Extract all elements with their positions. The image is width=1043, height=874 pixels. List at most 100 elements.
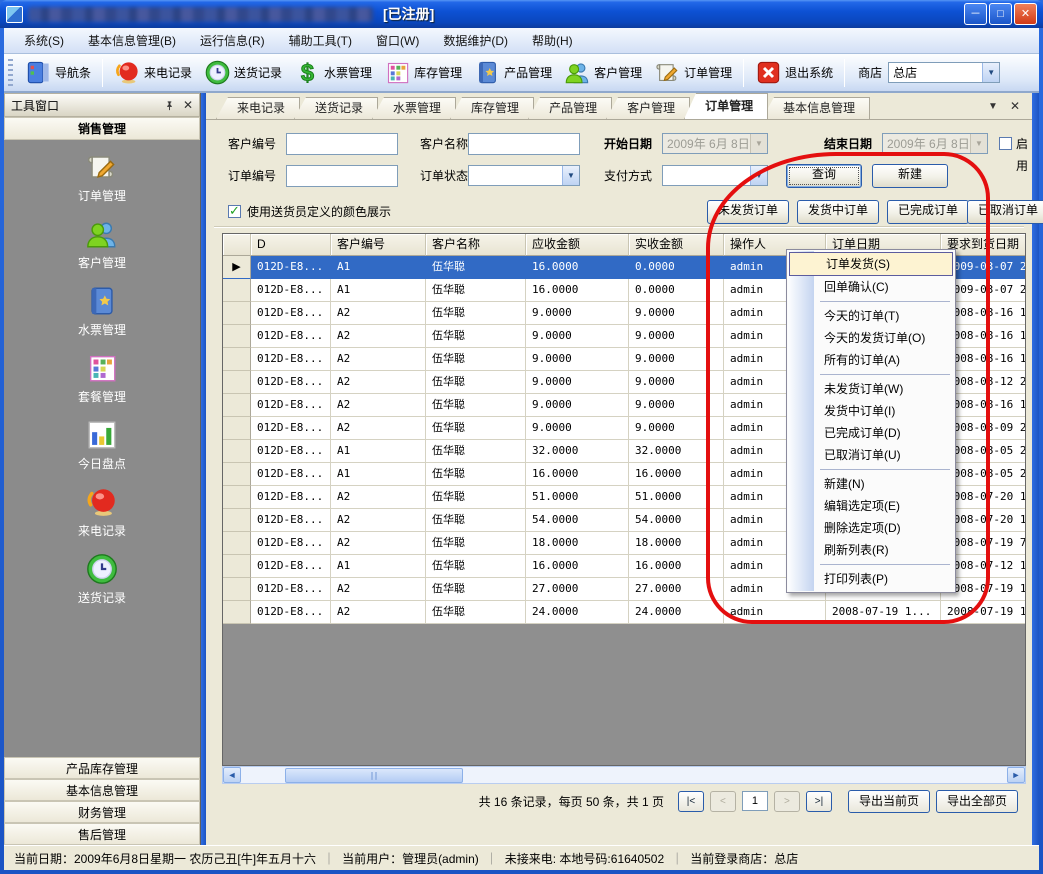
sidebar-section-5[interactable]: 售后管理 xyxy=(4,823,200,845)
row-selector-cell[interactable] xyxy=(223,532,251,555)
menubar-item-6[interactable]: 数据维护(D) xyxy=(431,28,520,53)
order-no-input[interactable] xyxy=(286,165,398,187)
column-header-3[interactable]: 客户名称 xyxy=(426,234,526,256)
courier-color-checkbox[interactable] xyxy=(228,205,241,218)
column-header-selector[interactable] xyxy=(223,234,251,256)
menubar-item-5[interactable]: 窗口(W) xyxy=(364,28,431,53)
sidebar-item-2[interactable]: 客户管理 xyxy=(78,217,126,271)
menubar-item-4[interactable]: 辅助工具(T) xyxy=(277,28,364,53)
sidebar-item-4[interactable]: 套餐管理 xyxy=(78,351,126,405)
column-header-5[interactable]: 实收金额 xyxy=(629,234,724,256)
row-selector-cell[interactable] xyxy=(223,463,251,486)
sidebar-item-3[interactable]: 水票管理 xyxy=(78,284,126,338)
chevron-down-icon[interactable]: ▼ xyxy=(750,134,767,153)
grid-horizontal-scrollbar[interactable]: ◄ ► xyxy=(222,766,1026,784)
tab-1[interactable]: 来电记录 xyxy=(216,97,300,119)
row-selector-cell[interactable] xyxy=(223,440,251,463)
status-filter-button-1[interactable]: 未发货订单 xyxy=(707,200,789,224)
toolbar-button-3[interactable]: 送货记录 xyxy=(198,56,288,89)
toolbar-button-7[interactable]: 客户管理 xyxy=(558,56,648,89)
toolbar-button-2[interactable]: 来电记录 xyxy=(108,56,198,89)
context-menu-item-9[interactable]: 发货中订单(I) xyxy=(788,400,954,422)
row-selector-cell[interactable] xyxy=(223,509,251,532)
sidebar-section-2[interactable]: 产品库存管理 xyxy=(4,757,200,779)
last-page-button[interactable]: >| xyxy=(806,791,832,812)
tab-4[interactable]: 库存管理 xyxy=(450,97,534,119)
close-tool-window-icon[interactable]: ✕ xyxy=(183,98,193,112)
context-menu-item-4[interactable]: 今天的订单(T) xyxy=(788,305,954,327)
column-header-4[interactable]: 应收金额 xyxy=(526,234,629,256)
pay-method-select[interactable]: ▼ xyxy=(662,165,768,186)
context-menu-item-6[interactable]: 所有的订单(A) xyxy=(788,349,954,371)
customer-no-input[interactable] xyxy=(286,133,398,155)
store-select[interactable]: 总店 ▼ xyxy=(888,62,1000,83)
prev-page-button[interactable]: < xyxy=(710,791,736,812)
end-date-picker[interactable]: 2009年 6月 8日 ▼ xyxy=(882,133,988,154)
tab-5[interactable]: 产品管理 xyxy=(528,97,612,119)
table-row[interactable]: 012D-E8...A2伍华聪24.000024.0000admin2008-0… xyxy=(223,601,1025,624)
sidebar-item-7[interactable]: 送货记录 xyxy=(78,552,126,606)
context-menu-item-10[interactable]: 已完成订单(D) xyxy=(788,422,954,444)
row-selector-cell[interactable]: ▶ xyxy=(223,256,251,279)
scroll-left-icon[interactable]: ◄ xyxy=(223,767,241,783)
chevron-down-icon[interactable]: ▼ xyxy=(750,166,767,185)
toolbar-button-6[interactable]: 产品管理 xyxy=(468,56,558,89)
sidebar-item-1[interactable]: 订单管理 xyxy=(78,150,126,204)
close-button[interactable]: ✕ xyxy=(1014,3,1037,25)
row-selector-cell[interactable] xyxy=(223,486,251,509)
sidebar-item-6[interactable]: 来电记录 xyxy=(78,485,126,539)
context-menu-item-14[interactable]: 编辑选定项(E) xyxy=(788,495,954,517)
tab-6[interactable]: 客户管理 xyxy=(606,97,690,119)
status-filter-button-4[interactable]: 已取消订单 xyxy=(967,200,1043,224)
export-current-page-button[interactable]: 导出当前页 xyxy=(848,790,930,813)
menubar-item-1[interactable]: 系统(S) xyxy=(12,28,76,53)
toolbar-button-5[interactable]: 库存管理 xyxy=(378,56,468,89)
sidebar-section-3[interactable]: 基本信息管理 xyxy=(4,779,200,801)
context-menu-item-18[interactable]: 打印列表(P) xyxy=(788,568,954,590)
row-selector-cell[interactable] xyxy=(223,555,251,578)
row-selector-cell[interactable] xyxy=(223,302,251,325)
customer-name-input[interactable] xyxy=(468,133,580,155)
row-selector-cell[interactable] xyxy=(223,417,251,440)
start-date-picker[interactable]: 2009年 6月 8日 ▼ xyxy=(662,133,768,154)
toolbar-button-8[interactable]: 订单管理 xyxy=(648,56,738,89)
menubar-item-3[interactable]: 运行信息(R) xyxy=(188,28,277,53)
context-menu-item-2[interactable]: 回单确认(C) xyxy=(788,276,954,298)
tab-close-icon[interactable]: ✕ xyxy=(1010,99,1020,113)
context-menu-item-13[interactable]: 新建(N) xyxy=(788,473,954,495)
row-selector-cell[interactable] xyxy=(223,601,251,624)
tab-3[interactable]: 水票管理 xyxy=(372,97,456,119)
chevron-down-icon[interactable]: ▼ xyxy=(970,134,987,153)
next-page-button[interactable]: > xyxy=(774,791,800,812)
column-header-1[interactable]: D xyxy=(251,234,331,256)
scrollbar-thumb[interactable] xyxy=(285,768,463,783)
page-number-input[interactable] xyxy=(742,791,768,811)
row-selector-cell[interactable] xyxy=(223,325,251,348)
order-status-select[interactable]: ▼ xyxy=(468,165,580,186)
row-selector-cell[interactable] xyxy=(223,394,251,417)
menubar-item-2[interactable]: 基本信息管理(B) xyxy=(76,28,188,53)
scroll-right-icon[interactable]: ► xyxy=(1007,767,1025,783)
first-page-button[interactable]: |< xyxy=(678,791,704,812)
context-menu-item-5[interactable]: 今天的发货订单(O) xyxy=(788,327,954,349)
sidebar-item-5[interactable]: 今日盘点 xyxy=(78,418,126,472)
toolbar-button-9[interactable]: 退出系统 xyxy=(749,56,839,89)
row-selector-cell[interactable] xyxy=(223,371,251,394)
column-header-2[interactable]: 客户编号 xyxy=(331,234,426,256)
new-button[interactable]: 新建 xyxy=(872,164,948,188)
tab-list-chevron-icon[interactable]: ▼ xyxy=(988,101,998,112)
status-filter-button-3[interactable]: 已完成订单 xyxy=(887,200,969,224)
tab-2[interactable]: 送货记录 xyxy=(294,97,378,119)
sidebar-section-4[interactable]: 财务管理 xyxy=(4,801,200,823)
toolbar-grip[interactable] xyxy=(8,59,13,87)
row-selector-cell[interactable] xyxy=(223,279,251,302)
status-filter-button-2[interactable]: 发货中订单 xyxy=(797,200,879,224)
sidebar-section-sales[interactable]: 销售管理 xyxy=(4,117,200,140)
context-menu-item-11[interactable]: 已取消订单(U) xyxy=(788,444,954,466)
toolbar-button-4[interactable]: $水票管理 xyxy=(288,56,378,89)
maximize-button[interactable]: □ xyxy=(989,3,1012,25)
export-all-pages-button[interactable]: 导出全部页 xyxy=(936,790,1018,813)
tab-8[interactable]: 基本信息管理 xyxy=(762,97,870,119)
chevron-down-icon[interactable]: ▼ xyxy=(562,166,579,185)
context-menu-item-1[interactable]: 订单发货(S) xyxy=(789,252,953,276)
